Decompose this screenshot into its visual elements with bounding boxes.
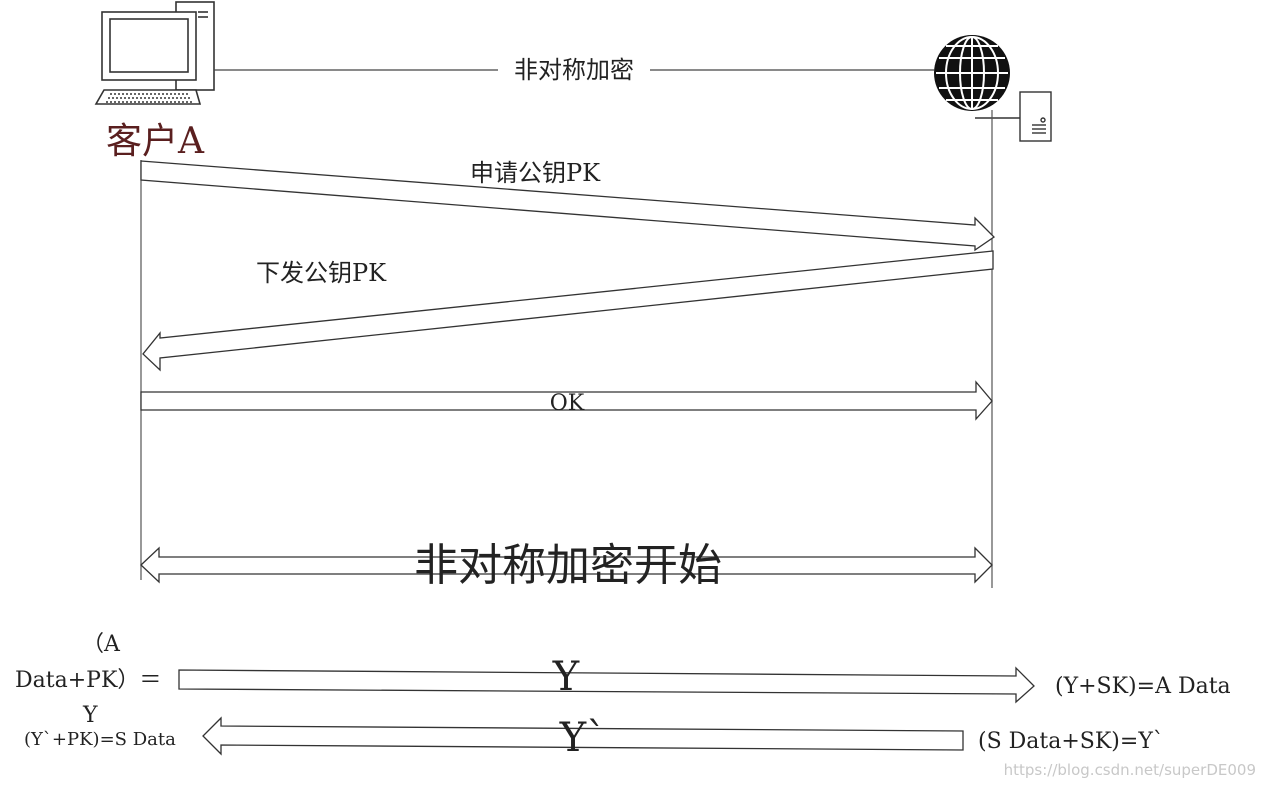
left-formula-line4: (Y`+PK)=S Data xyxy=(24,729,176,750)
globe-icon xyxy=(934,35,1010,111)
ok-label: OK xyxy=(550,391,585,416)
client-label: 客户A xyxy=(106,121,205,162)
y-arrow-label: Y xyxy=(552,654,580,700)
encryption-start-label: 非对称加密开始 xyxy=(414,540,722,591)
right-formula-2: (S Data+SK)=Y` xyxy=(978,729,1164,754)
y-prime-arrow-label: Y` xyxy=(559,715,606,761)
top-channel-label: 非对称加密 xyxy=(514,56,634,84)
diagram-stage: 非对称加密 客户A 申请公钥PK 下发公钥PK OK 非对称加密开始 （A Da… xyxy=(0,0,1264,786)
left-formula-line2: Data+PK）＝ xyxy=(15,668,161,693)
right-formula-1: (Y+SK)=A Data xyxy=(1055,674,1231,699)
left-formula-line1: （A xyxy=(82,632,121,657)
computer-icon xyxy=(94,1,215,105)
y-arrow xyxy=(178,666,1035,704)
issue-pk-label: 下发公钥PK xyxy=(256,259,387,287)
sequence-diagram: 非对称加密 客户A 申请公钥PK 下发公钥PK OK 非对称加密开始 （A Da… xyxy=(15,1,1256,779)
left-formula-line3: Y xyxy=(82,703,98,728)
request-pk-label: 申请公钥PK xyxy=(470,159,601,187)
watermark: https://blog.csdn.net/superDE009 xyxy=(1004,761,1256,779)
